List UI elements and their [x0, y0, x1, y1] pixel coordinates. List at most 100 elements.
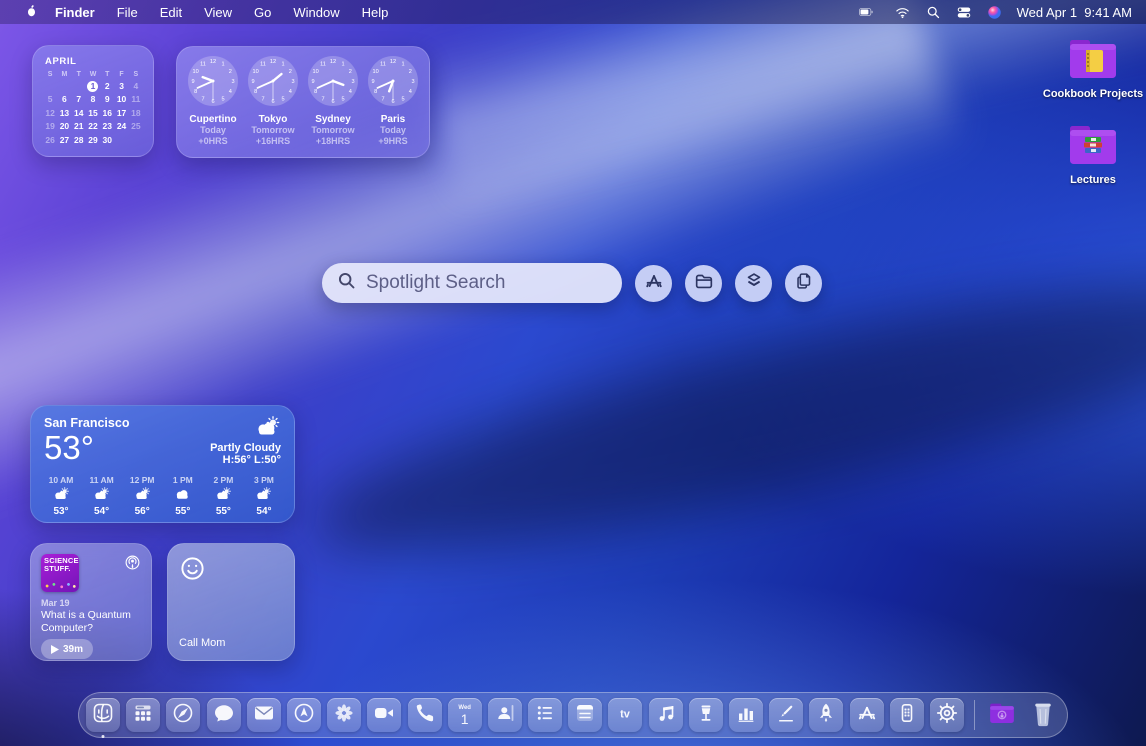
calendar-widget[interactable]: APRIL SMTWTFS123456789101112131415161718…	[32, 45, 154, 157]
calendar-day[interactable]: 17	[114, 108, 128, 119]
dock-trash[interactable]	[1026, 698, 1060, 732]
calendar-day[interactable]: 4	[129, 81, 143, 92]
calendar-day[interactable]: 9	[100, 94, 114, 105]
spotlight-buttons	[635, 265, 822, 302]
dock-app-launchpad[interactable]	[809, 698, 843, 732]
calendar-day[interactable]: 16	[100, 108, 114, 119]
dock-app-maps[interactable]	[287, 698, 321, 732]
search-icon[interactable]	[926, 5, 941, 20]
dock-app-messages[interactable]	[207, 698, 241, 732]
wifi-icon[interactable]	[894, 5, 911, 20]
notes-app-icon	[573, 701, 597, 730]
dock-app-music[interactable]	[649, 698, 683, 732]
calendar-day[interactable]: 27	[57, 135, 71, 146]
calendar-day[interactable]: 20	[57, 121, 71, 132]
dock-app-system-settings[interactable]	[930, 698, 964, 732]
calendar-day[interactable]: 23	[100, 121, 114, 132]
podcast-widget[interactable]: SCIENCE STUFF. Mar 19 What is a Quantum …	[30, 543, 152, 661]
svg-text:11: 11	[320, 62, 326, 68]
dock-app-apps[interactable]	[126, 698, 160, 732]
dock-app-facetime[interactable]	[367, 698, 401, 732]
weather-temperature: 53°	[44, 430, 129, 466]
calendar-day[interactable]: 30	[100, 135, 114, 146]
dock-downloads-folder[interactable]	[985, 698, 1019, 732]
calendar-day[interactable]: 6	[57, 94, 71, 105]
dock-app-photos[interactable]	[327, 698, 361, 732]
weather-widget[interactable]: San Francisco 53° Partly Cloudy H:56° L:…	[30, 405, 295, 523]
menu-bar: FinderFileEditViewGoWindowHelp Wed Apr 1…	[0, 0, 1146, 24]
dock-app-finder[interactable]	[86, 698, 120, 732]
menu-item-finder[interactable]: Finder	[44, 0, 106, 24]
dock-app-notes[interactable]	[568, 698, 602, 732]
calendar-day[interactable]: 25	[129, 121, 143, 132]
dock-app-calendar[interactable]: Wed1	[448, 698, 482, 732]
dock-app-app-store[interactable]	[850, 698, 884, 732]
clock-city: Paris	[381, 114, 405, 125]
clock-day: Tomorrow	[311, 125, 354, 136]
world-clock-widget[interactable]: 123456789101112 Cupertino Today +0HRS 12…	[176, 46, 430, 158]
calendar-day[interactable]: 8	[86, 94, 100, 105]
calendar-day[interactable]: 29	[86, 135, 100, 146]
dock-app-contacts[interactable]	[488, 698, 522, 732]
desktop-folder-cookbook-projects[interactable]: Cookbook Projects	[1033, 38, 1146, 100]
hour-temp: 56°	[135, 506, 150, 517]
calendar-day[interactable]: 22	[86, 121, 100, 132]
world-clock-paris: 123456789101112 Paris Today +9HRS	[364, 55, 422, 151]
spotlight-button-clipboard[interactable]	[785, 265, 822, 302]
calendar-day[interactable]: 2	[100, 81, 114, 92]
dock-app-numbers[interactable]	[729, 698, 763, 732]
dock-app-pages[interactable]	[769, 698, 803, 732]
calendar-day[interactable]: 13	[57, 108, 71, 119]
menu-item-file[interactable]: File	[106, 0, 149, 24]
weather-hourly-row: 10 AM 53°11 AM 54°12 PM 56°1 PM 55°2 PM …	[44, 475, 281, 517]
shortcut-widget-call-mom[interactable]: Call Mom	[167, 543, 295, 661]
dock-app-reminders[interactable]	[528, 698, 562, 732]
calendar-day[interactable]: 7	[72, 94, 86, 105]
calendar-day[interactable]: 24	[114, 121, 128, 132]
menu-item-view[interactable]: View	[193, 0, 243, 24]
spotlight-button-files[interactable]	[685, 265, 722, 302]
svg-text:8: 8	[314, 89, 317, 95]
calendar-day[interactable]: 28	[72, 135, 86, 146]
menu-item-help[interactable]: Help	[351, 0, 400, 24]
dock-app-mail[interactable]	[247, 698, 281, 732]
dock-app-tv[interactable]: tv	[608, 698, 642, 732]
menu-item-edit[interactable]: Edit	[149, 0, 193, 24]
mail-app-icon	[252, 701, 276, 730]
calendar-day[interactable]: 26	[43, 135, 57, 146]
calendar-day[interactable]: 11	[129, 94, 143, 105]
calendar-day[interactable]: 19	[43, 121, 57, 132]
calendar-day[interactable]: 15	[86, 108, 100, 119]
clock-day: Today	[380, 125, 406, 136]
spotlight-button-actions[interactable]	[735, 265, 772, 302]
hour-label: 3 PM	[254, 475, 274, 485]
battery-icon[interactable]	[853, 5, 879, 19]
desktop-folder-lectures[interactable]: Lectures	[1033, 124, 1146, 186]
calendar-day[interactable]: 14	[72, 108, 86, 119]
calendar-day[interactable]: 18	[129, 108, 143, 119]
podcast-play-button[interactable]: 39m	[41, 639, 93, 659]
photos-app-icon	[332, 701, 356, 730]
control-center-icon[interactable]	[956, 5, 972, 20]
calendar-day[interactable]: 3	[114, 81, 128, 92]
calendar-day[interactable]: 1	[86, 81, 100, 92]
dock-app-keynote[interactable]	[689, 698, 723, 732]
dock-app-safari[interactable]	[166, 698, 200, 732]
menu-item-window[interactable]: Window	[282, 0, 350, 24]
appstore-icon	[643, 270, 665, 297]
spotlight-search-input[interactable]: Spotlight Search	[322, 263, 622, 303]
calendar-day[interactable]: 21	[72, 121, 86, 132]
menu-bar-clock[interactable]: Wed Apr 1 9:41 AM	[1017, 5, 1132, 20]
clock-offset: +9HRS	[378, 136, 407, 147]
spotlight-button-applications[interactable]	[635, 265, 672, 302]
svg-text:12: 12	[390, 59, 396, 65]
calendar-day[interactable]: 12	[43, 108, 57, 119]
svg-text:4: 4	[349, 89, 352, 95]
menu-item-go[interactable]: Go	[243, 0, 282, 24]
dock-app-phone[interactable]	[408, 698, 442, 732]
calendar-day[interactable]: 10	[114, 94, 128, 105]
siri-icon[interactable]	[987, 5, 1002, 20]
calendar-day[interactable]: 5	[43, 94, 57, 105]
dock-app-iphone-mirroring[interactable]	[890, 698, 924, 732]
apple-menu[interactable]	[18, 3, 44, 22]
